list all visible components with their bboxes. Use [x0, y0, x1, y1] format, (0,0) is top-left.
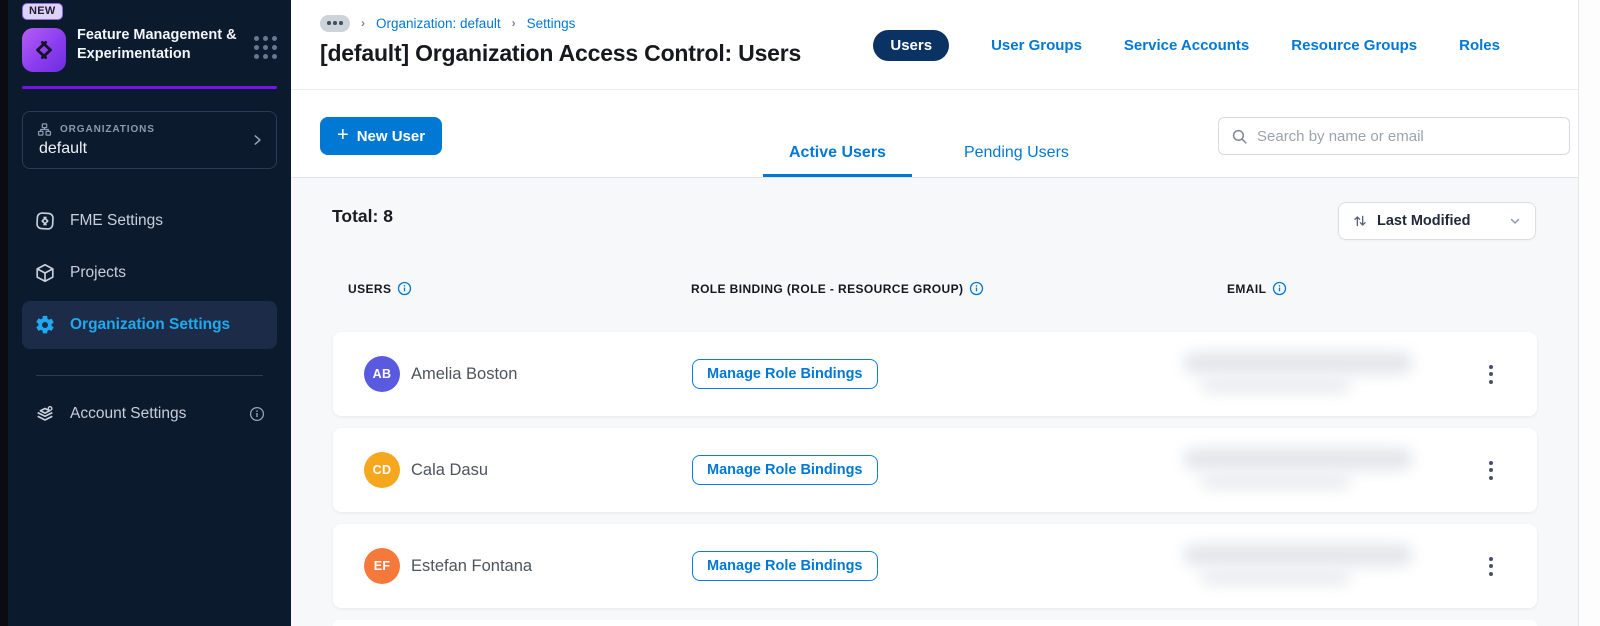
next-row-partial — [333, 620, 1537, 626]
main-panel: › Organization: default › Settings [defa… — [291, 0, 1578, 626]
search-input[interactable] — [1257, 127, 1559, 145]
account-info-icon[interactable] — [249, 406, 265, 422]
app-switcher-grid-icon[interactable] — [254, 36, 277, 59]
new-badge: NEW — [22, 3, 63, 20]
account-settings-layers-icon — [34, 403, 56, 425]
search-box — [1218, 117, 1570, 155]
sidebar: NEW Feature Management & Experimentation — [8, 0, 291, 626]
redacted-email — [1183, 444, 1423, 496]
app-screen: NEW Feature Management & Experimentation — [0, 0, 1600, 626]
org-hierarchy-icon — [37, 122, 52, 137]
tab-roles[interactable]: Roles — [1459, 37, 1500, 54]
tab-pending-users[interactable]: Pending Users — [938, 144, 1095, 177]
sidebar-item-account-settings[interactable]: Account Settings — [22, 390, 277, 438]
org-selector-value: default — [39, 140, 88, 157]
users-info-icon[interactable] — [397, 281, 412, 296]
tab-user-groups[interactable]: User Groups — [991, 37, 1082, 54]
tab-resource-groups[interactable]: Resource Groups — [1291, 37, 1417, 54]
organization-selector[interactable]: ORGANIZATIONS default — [22, 111, 277, 169]
sidebar-item-label: Organization Settings — [70, 316, 231, 333]
breadcrumb-link-organization[interactable]: Organization: default — [376, 16, 501, 31]
projects-cube-icon — [34, 262, 56, 284]
users-list-panel: Total: 8 Last Modified USERS ROLE BINDIN… — [291, 178, 1578, 626]
chevron-down-icon — [1508, 214, 1522, 228]
redacted-email — [1183, 348, 1423, 400]
email-info-icon[interactable] — [1272, 281, 1287, 296]
redacted-email — [1183, 540, 1423, 592]
sidebar-item-projects[interactable]: Projects — [22, 249, 277, 297]
avatar: CD — [364, 452, 400, 488]
user-name: Estefan Fontana — [411, 556, 533, 575]
user-state-tabs: Active Users Pending Users — [763, 144, 1095, 177]
gear-icon — [34, 314, 56, 336]
manage-role-bindings-button[interactable]: Manage Role Bindings — [692, 551, 878, 581]
right-gutter — [1578, 0, 1600, 626]
sort-selected-value: Last Modified — [1377, 213, 1471, 229]
breadcrumb-separator: › — [511, 16, 516, 30]
sidebar-item-label: Projects — [70, 264, 126, 281]
row-menu-kebab-icon[interactable] — [1476, 332, 1506, 416]
new-user-button[interactable]: + New User — [320, 117, 443, 155]
breadcrumb-separator: › — [361, 16, 365, 30]
product-title: Feature Management & Experimentation — [77, 27, 237, 62]
breadcrumb-link-settings[interactable]: Settings — [527, 16, 576, 31]
manage-role-bindings-button[interactable]: Manage Role Bindings — [692, 455, 878, 485]
desktop-edge-strip — [0, 0, 8, 626]
user-name: Amelia Boston — [411, 364, 518, 383]
user-name: Cala Dasu — [411, 460, 489, 479]
tab-service-accounts[interactable]: Service Accounts — [1124, 37, 1249, 54]
sidebar-nav: FME Settings Projects Organization Setti… — [8, 197, 291, 442]
row-menu-kebab-icon[interactable] — [1476, 524, 1506, 608]
plus-icon: + — [337, 124, 349, 146]
avatar: EF — [364, 548, 400, 584]
sort-dropdown[interactable]: Last Modified — [1338, 202, 1536, 240]
column-header-email: EMAIL — [1227, 281, 1267, 296]
sidebar-item-label: Account Settings — [70, 405, 187, 422]
sidebar-header: NEW Feature Management & Experimentation — [8, 0, 291, 86]
breadcrumb-ellipsis-button[interactable] — [320, 14, 350, 32]
page-header: › Organization: default › Settings [defa… — [291, 0, 1578, 90]
fme-settings-icon — [34, 210, 56, 232]
table-row: CD Cala Dasu Manage Role Bindings — [333, 428, 1537, 512]
tab-active-users[interactable]: Active Users — [763, 144, 912, 177]
manage-role-bindings-button[interactable]: Manage Role Bindings — [692, 359, 878, 389]
org-selector-label: ORGANIZATIONS — [60, 124, 155, 135]
column-header-users: USERS — [348, 281, 392, 296]
sidebar-item-fme-settings[interactable]: FME Settings — [22, 197, 277, 245]
table-row: EF Estefan Fontana Manage Role Bindings — [333, 524, 1537, 608]
search-icon — [1231, 128, 1248, 145]
sidebar-item-label: FME Settings — [70, 212, 164, 229]
sort-arrows-icon — [1352, 213, 1368, 229]
toolbar: + New User Active Users Pending Users — [291, 90, 1578, 178]
accent-divider — [22, 86, 277, 89]
table-header-row: USERS ROLE BINDING (ROLE - RESOURCE GROU… — [291, 281, 1578, 297]
tab-users[interactable]: Users — [873, 30, 950, 61]
chevron-right-icon — [250, 133, 264, 147]
access-control-tabs: Users User Groups Service Accounts Resou… — [873, 30, 1500, 61]
product-logo-icon[interactable] — [22, 28, 66, 72]
total-count: Total: 8 — [332, 206, 393, 226]
table-row: AB Amelia Boston Manage Role Bindings — [333, 332, 1537, 416]
sidebar-item-organization-settings[interactable]: Organization Settings — [22, 301, 277, 349]
sidebar-divider — [36, 375, 263, 376]
role-binding-info-icon[interactable] — [969, 281, 984, 296]
row-menu-kebab-icon[interactable] — [1476, 428, 1506, 512]
column-header-role-binding: ROLE BINDING (ROLE - RESOURCE GROUP) — [691, 281, 964, 296]
avatar: AB — [364, 356, 400, 392]
